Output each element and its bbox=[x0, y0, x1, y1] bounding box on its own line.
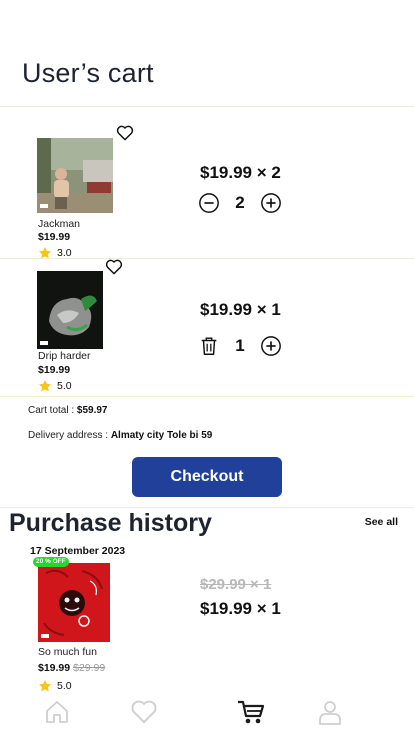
cart-total-value: $59.97 bbox=[76, 405, 108, 416]
checkout-button[interactable]: Checkout bbox=[132, 457, 282, 497]
quantity-stepper: 1 bbox=[198, 335, 282, 357]
order-date: 17 September 2023 bbox=[30, 545, 126, 557]
item-price: $19.99 bbox=[38, 662, 71, 674]
cart-total: Cart total : $59.97 bbox=[28, 405, 108, 416]
cart-icon[interactable] bbox=[236, 698, 266, 731]
item-old-price: $29.99 bbox=[73, 662, 106, 674]
quantity-stepper: 2 bbox=[198, 192, 282, 214]
delivery-address: Delivery address : Almaty city Tole bi 5… bbox=[28, 430, 212, 441]
quantity-value: 1 bbox=[235, 336, 245, 355]
plus-circle-icon[interactable] bbox=[260, 335, 282, 357]
album-cover-so-much-fun[interactable] bbox=[38, 563, 110, 642]
star-icon bbox=[38, 380, 52, 392]
star-icon bbox=[38, 680, 52, 692]
rating-value: 5.0 bbox=[57, 680, 72, 692]
cart-total-label: Cart total : bbox=[28, 405, 77, 416]
home-icon[interactable] bbox=[43, 698, 71, 731]
purchase-history-title: Purchase history bbox=[9, 509, 212, 537]
item-name: Drip harder bbox=[38, 350, 91, 362]
item-rating: 5.0 bbox=[38, 379, 72, 393]
item-name: So much fun bbox=[38, 646, 97, 658]
section-divider bbox=[0, 507, 414, 508]
line-total: $19.99 × 1 bbox=[200, 300, 281, 319]
rating-value: 5.0 bbox=[57, 380, 72, 392]
item-divider bbox=[0, 396, 414, 397]
trash-icon[interactable] bbox=[198, 335, 220, 357]
see-all-link[interactable]: See all bbox=[365, 516, 398, 528]
delivery-address-value: Almaty city Tole bi 59 bbox=[110, 430, 213, 441]
original-line-total: $29.99 × 1 bbox=[200, 576, 272, 593]
item-rating: 5.0 bbox=[38, 679, 72, 693]
heart-icon[interactable] bbox=[130, 698, 158, 729]
minus-circle-icon[interactable] bbox=[198, 192, 220, 214]
favorite-heart-icon[interactable] bbox=[105, 258, 123, 275]
discount-badge: 20 % OFF bbox=[33, 557, 69, 567]
item-price: $19.99 bbox=[38, 364, 71, 376]
profile-icon[interactable] bbox=[316, 698, 344, 731]
item-name: Jackman bbox=[38, 218, 81, 230]
item-divider bbox=[0, 258, 414, 259]
item-price-group: $19.99 $29.99 bbox=[38, 662, 105, 674]
favorite-heart-icon[interactable] bbox=[116, 124, 134, 141]
page-title: User’s cart bbox=[22, 58, 154, 88]
discounted-line-total: $19.99 × 1 bbox=[200, 599, 281, 618]
bottom-navigation bbox=[0, 692, 414, 736]
plus-circle-icon[interactable] bbox=[260, 192, 282, 214]
item-price: $19.99 bbox=[38, 231, 71, 243]
delivery-address-label: Delivery address : bbox=[28, 430, 111, 441]
album-cover-jackman[interactable] bbox=[37, 138, 113, 213]
quantity-value: 2 bbox=[235, 193, 245, 212]
line-total: $19.99 × 2 bbox=[200, 163, 281, 182]
header-divider bbox=[0, 106, 414, 107]
album-cover-drip-harder[interactable] bbox=[37, 271, 103, 349]
